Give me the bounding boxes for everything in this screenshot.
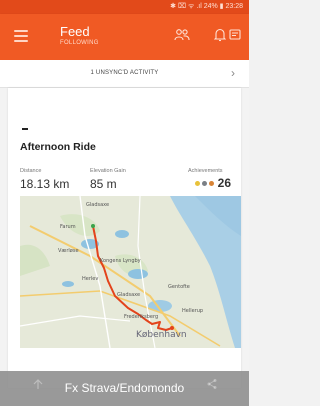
map-label: Gladsaxe	[117, 292, 141, 298]
achievements-count: 26	[217, 176, 231, 190]
map-label: Gladsaxe	[86, 202, 110, 208]
elevation-label: Elevation Gain	[90, 168, 126, 174]
map-label: Herlev	[82, 276, 99, 282]
menu-icon[interactable]	[14, 30, 28, 42]
achievements[interactable]: 26	[194, 176, 231, 190]
map-label: Frederiksberg	[124, 314, 159, 320]
unsynced-activity-label: 1 UNSYNC'D ACTIVITY	[90, 70, 159, 76]
activity-title[interactable]: Afternoon Ride	[20, 141, 96, 153]
bell-icon[interactable]	[213, 28, 227, 47]
map-label: Værløse	[58, 248, 79, 254]
distance-label: Distance	[20, 168, 42, 174]
map-label: Gentofte	[168, 284, 190, 290]
map-graphic	[20, 196, 241, 348]
share-icon[interactable]	[206, 378, 218, 393]
kudos-icon[interactable]	[32, 378, 44, 393]
people-icon[interactable]	[174, 28, 190, 47]
status-bar: ✱ ⌧ ᯤ .ıl 24% ▮ 23:28	[0, 0, 249, 14]
map-label: København	[136, 330, 187, 340]
page-subtitle: FOLLOWING	[60, 40, 99, 46]
map-label: Farum	[60, 224, 76, 230]
page-title: Feed	[60, 24, 90, 39]
unsynced-activity-banner[interactable]: 1 UNSYNC'D ACTIVITY ›	[0, 60, 249, 88]
distance-value: 18.13 km	[20, 177, 70, 191]
gold-medal-icon	[194, 180, 200, 186]
elevation-value: 85 m	[90, 177, 117, 191]
achievements-label: Achievements	[188, 168, 223, 174]
divider	[22, 128, 28, 130]
route-map[interactable]: Gladsaxe Farum Værløse Kongens Lyngby Ge…	[20, 196, 241, 348]
bronze-medal-icon	[208, 180, 214, 186]
map-label: Hellerup	[182, 308, 204, 314]
app-bar: Feed FOLLOWING	[0, 14, 249, 60]
chevron-right-icon[interactable]: ›	[231, 66, 235, 80]
message-icon[interactable]	[229, 28, 241, 47]
app-screen: ✱ ⌧ ᯤ .ıl 24% ▮ 23:28 Feed FOLLOWING 1 U…	[0, 0, 249, 406]
silver-medal-icon	[201, 180, 207, 186]
activity-card[interactable]: Afternoon Ride Distance 18.13 km Elevati…	[8, 88, 241, 388]
map-label: Kongens Lyngby	[100, 258, 141, 264]
